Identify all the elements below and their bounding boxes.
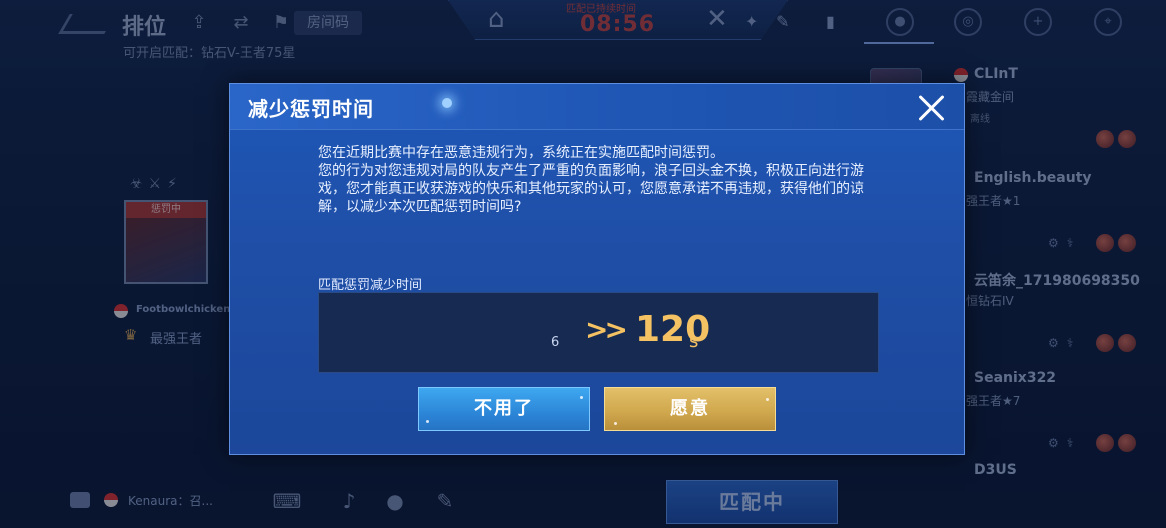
accept-button[interactable]: 愿意 [604, 387, 776, 431]
button-sparkle [766, 398, 769, 401]
close-icon[interactable] [914, 90, 950, 126]
button-sparkle [614, 422, 617, 425]
time-reduction-panel: 6 >> 120 s [318, 292, 879, 373]
time-unit: s [689, 331, 699, 352]
new-time-value: 120 [635, 309, 711, 350]
dialog-body-line: 您在近期比赛中存在恶意违规行为，系统正在实施匹配时间惩罚。 [318, 145, 724, 161]
header-glow [442, 98, 452, 108]
button-sparkle [426, 420, 429, 423]
double-chevron-icon: >> [585, 313, 628, 346]
dialog-header: 减少惩罚时间 [230, 84, 964, 130]
dialog-body-line: 您的行为对您违规对局的队友产生了严重的负面影响，浪子回头金不换，积极正向进行游戏… [318, 163, 864, 215]
old-time-value: 6 [551, 335, 560, 350]
reduce-time-label: 匹配惩罚减少时间 [318, 278, 423, 293]
dialog-title: 减少惩罚时间 [248, 97, 374, 121]
dialog-body: 您在近期比赛中存在恶意违规行为，系统正在实施匹配时间惩罚。 您的行为对您违规对局… [318, 144, 888, 216]
reduce-penalty-dialog: 减少惩罚时间 您在近期比赛中存在恶意违规行为，系统正在实施匹配时间惩罚。 您的行… [229, 83, 965, 455]
button-sparkle [580, 396, 583, 399]
decline-button[interactable]: 不用了 [418, 387, 590, 431]
